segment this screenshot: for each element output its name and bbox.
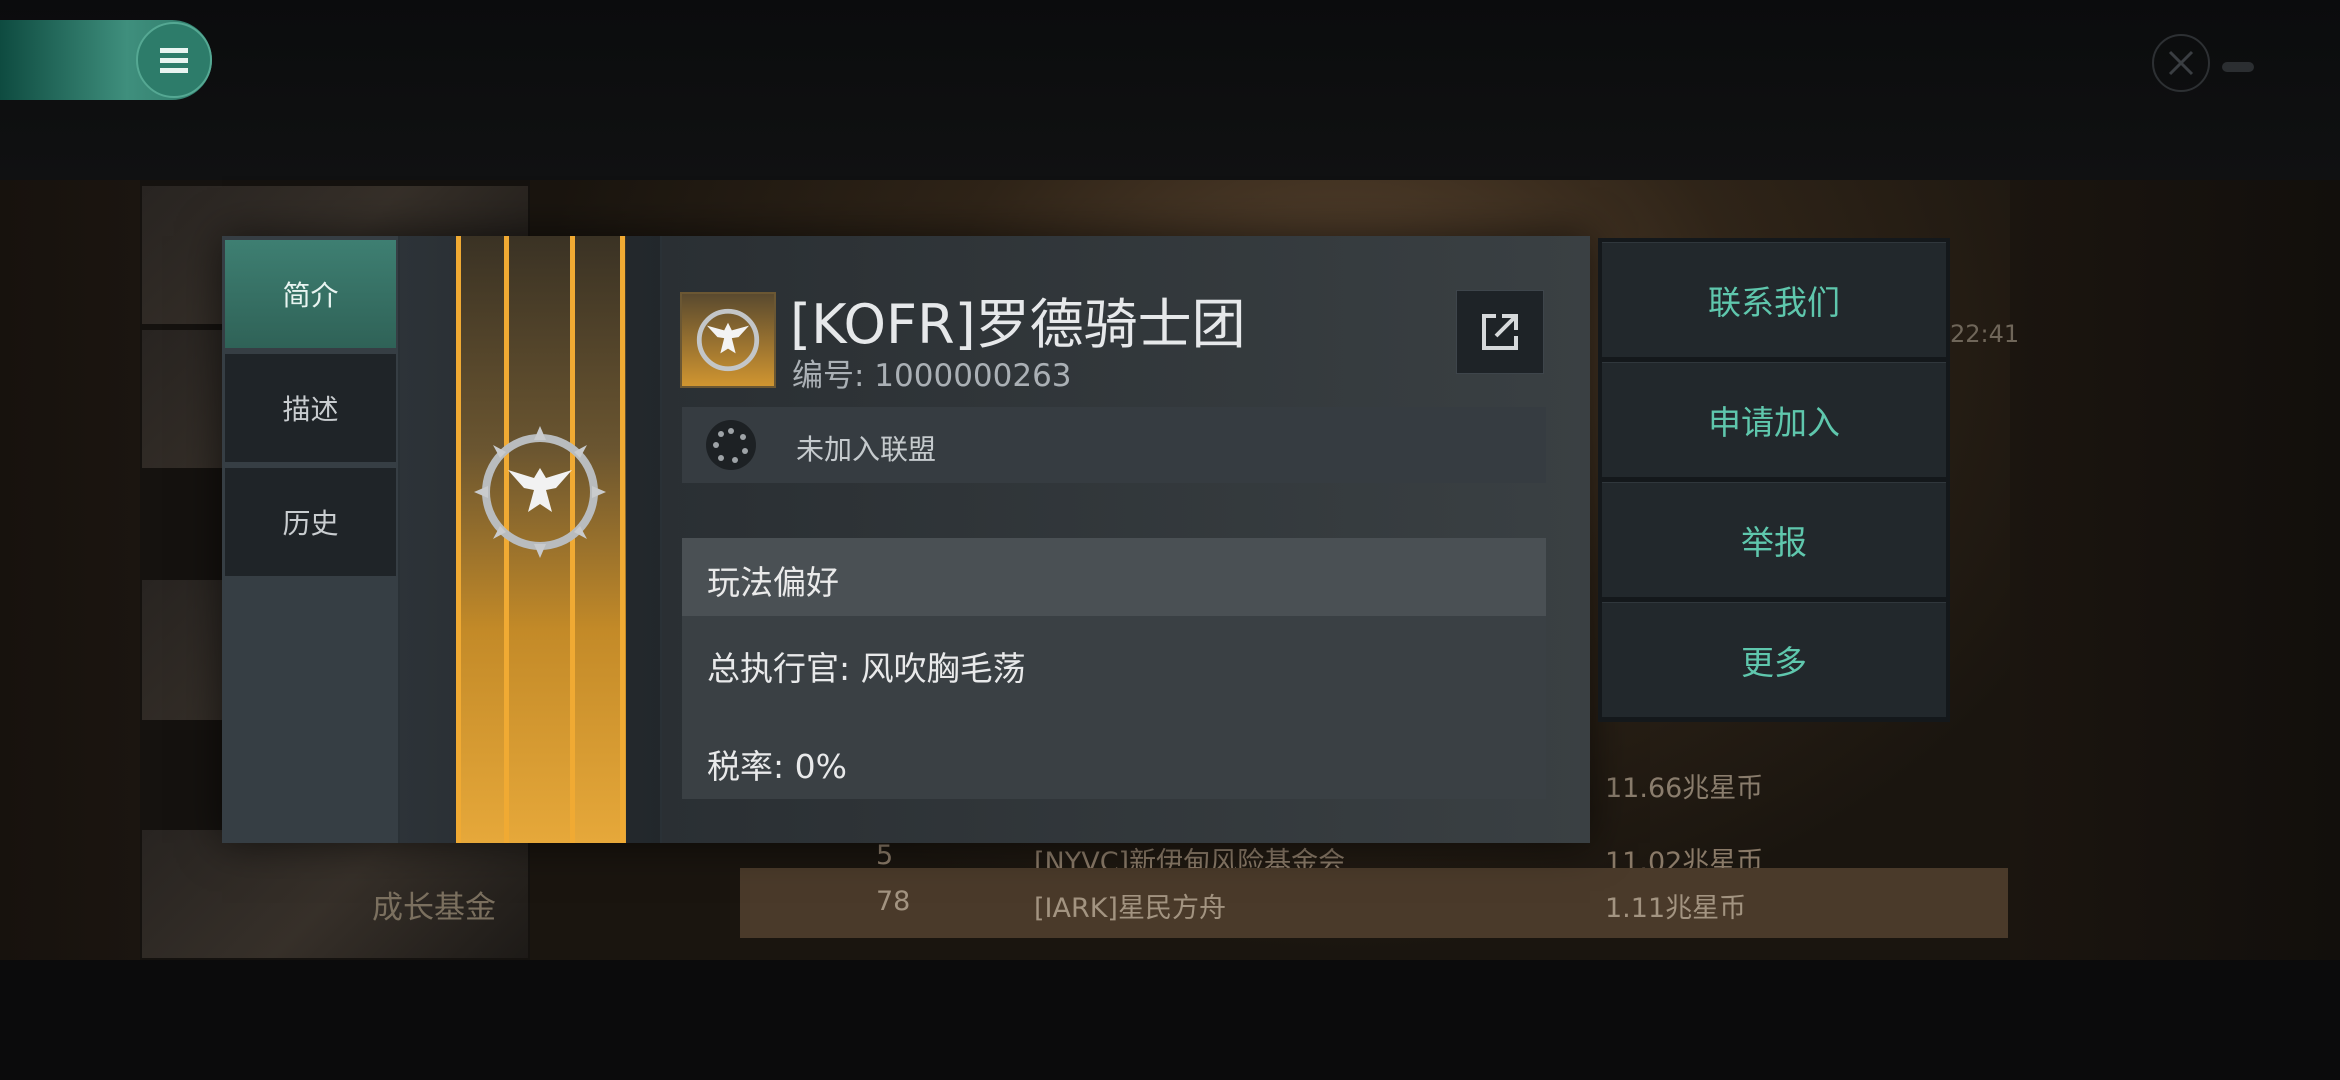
apply-join-button[interactable]: 申请加入 bbox=[1602, 362, 1946, 477]
alliance-status: 未加入联盟 bbox=[796, 433, 937, 466]
background-amount: 11.66兆星币 bbox=[1605, 773, 1764, 804]
close-icon bbox=[2168, 50, 2194, 76]
banner-stripe bbox=[620, 236, 625, 843]
tab-intro[interactable]: 简介 bbox=[225, 240, 396, 348]
ranking-row-name: [IARK]星民方舟 bbox=[1034, 893, 1226, 924]
alliance-icon bbox=[706, 420, 756, 470]
eagle-emblem-icon bbox=[472, 424, 608, 560]
ranking-row[interactable]: 78 [IARK]星民方舟 1.11兆星币 bbox=[740, 868, 2008, 938]
ranking-row-amount: 1.11兆星币 bbox=[1605, 893, 1747, 924]
close-button[interactable] bbox=[2152, 34, 2210, 92]
more-button[interactable]: 更多 bbox=[1602, 602, 1946, 717]
growth-fund-label[interactable]: 成长基金 bbox=[372, 882, 496, 927]
eagle-emblem-icon bbox=[696, 308, 760, 372]
background-bottom bbox=[0, 960, 2340, 1080]
corp-name: [KOFR]罗德骑士团 bbox=[790, 293, 1246, 356]
ceo-line: 总执行官: 风吹胸毛荡 bbox=[707, 649, 1026, 688]
share-button[interactable] bbox=[1456, 290, 1544, 374]
ranking-row-rank: 5 bbox=[876, 840, 894, 871]
tab-history[interactable]: 历史 bbox=[225, 468, 396, 576]
background-left bbox=[0, 180, 140, 960]
preference-title: 玩法偏好 bbox=[707, 563, 839, 602]
background-time: 22:41 bbox=[1950, 320, 2020, 348]
background-right bbox=[2010, 180, 2340, 960]
corp-logo bbox=[680, 292, 776, 388]
share-icon bbox=[1482, 314, 1518, 350]
background-top bbox=[0, 0, 2340, 180]
tab-description[interactable]: 描述 bbox=[225, 354, 396, 462]
report-button[interactable]: 举报 bbox=[1602, 482, 1946, 597]
corp-id: 编号: 1000000263 bbox=[792, 358, 1072, 394]
top-right-indicator bbox=[2222, 62, 2254, 72]
menu-button[interactable] bbox=[136, 22, 212, 98]
contact-us-button[interactable]: 联系我们 bbox=[1602, 242, 1946, 357]
banner-stripe bbox=[456, 236, 461, 843]
tax-rate-line: 税率: 0% bbox=[707, 747, 847, 786]
ranking-row-rank: 78 bbox=[876, 886, 911, 917]
menu-icon bbox=[160, 48, 188, 73]
